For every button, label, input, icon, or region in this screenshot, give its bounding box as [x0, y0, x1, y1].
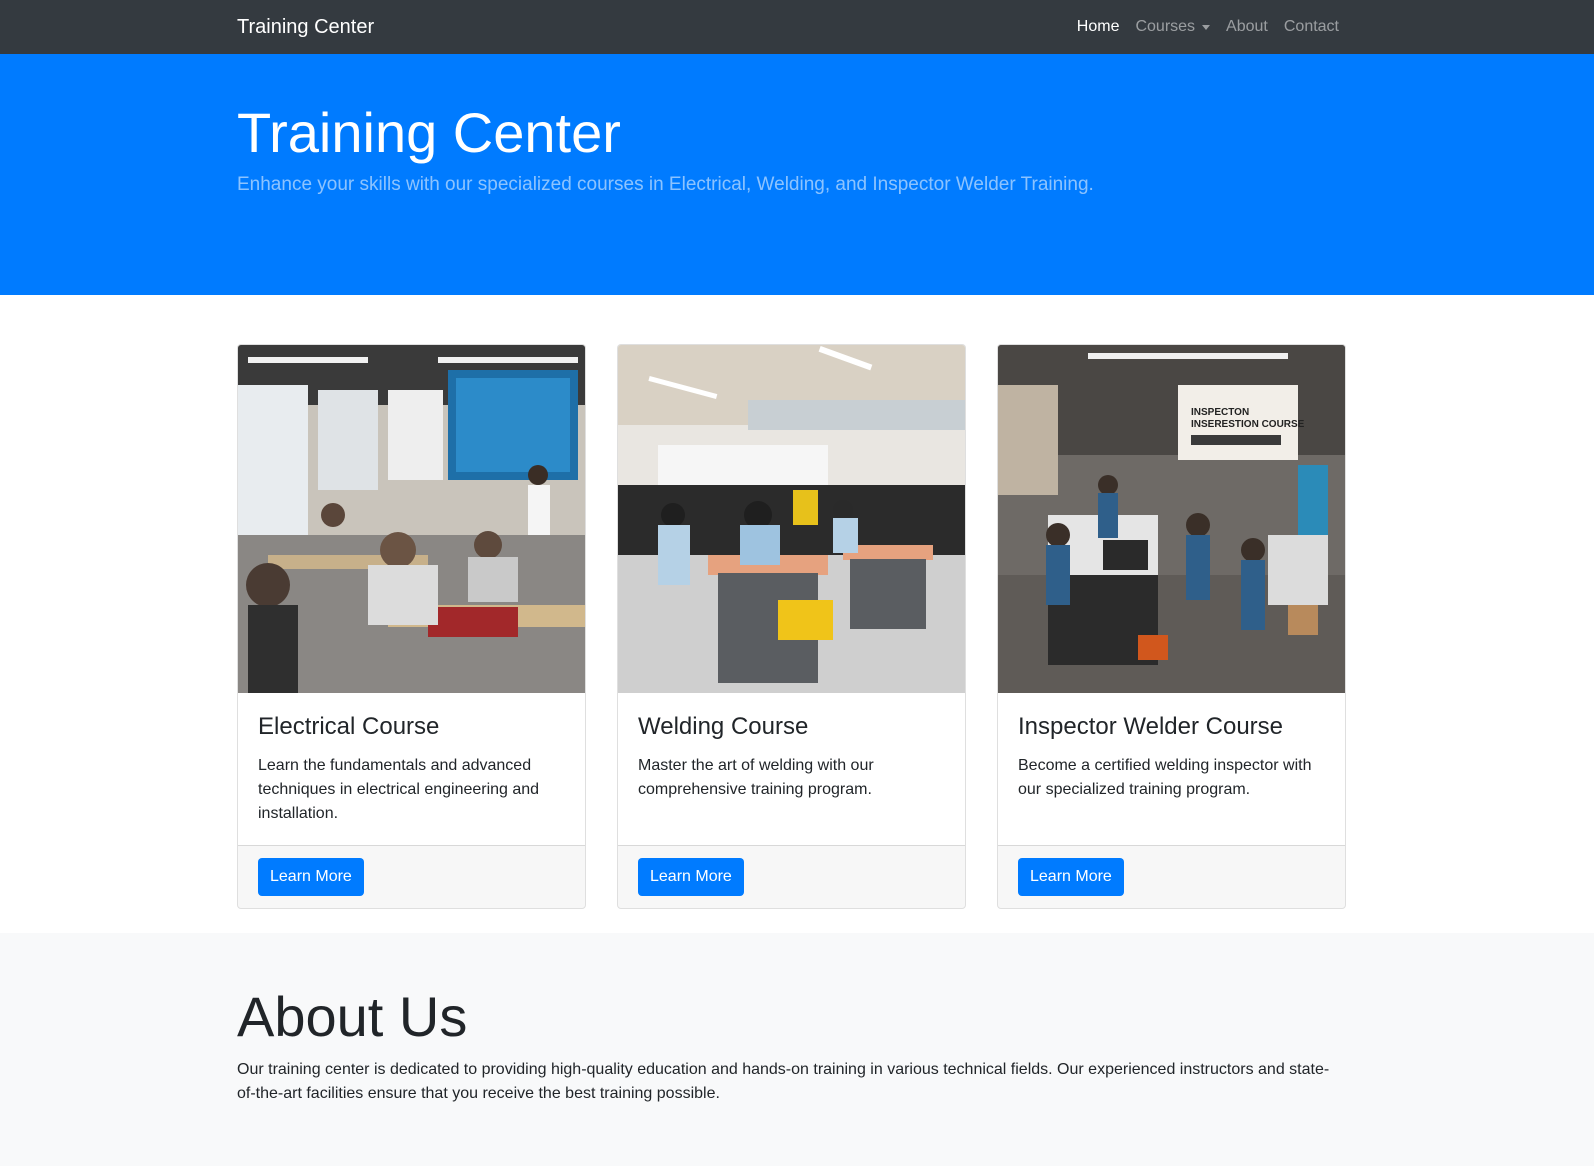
course-card-inspector-welder: INSPECTON INSERESTION COURSE Inspector W…	[997, 344, 1346, 909]
chevron-down-icon	[1202, 24, 1211, 30]
sign-text-line2: INSERESTION COURSE	[1191, 419, 1305, 430]
hero-jumbotron: Training Center Enhance your skills with…	[0, 54, 1594, 295]
about-text: Our training center is dedicated to prov…	[237, 1061, 1330, 1103]
card-body: Inspector Welder Course Become a certifi…	[998, 693, 1345, 845]
sign-text-line1: INSPECTON	[1191, 407, 1249, 418]
nav-contact[interactable]: Contact	[1276, 18, 1347, 36]
card-title: Electrical Course	[258, 713, 440, 740]
card-text: Master the art of welding with our compr…	[638, 756, 874, 798]
brand-link[interactable]: Training Center	[237, 16, 374, 39]
card-footer: Learn More	[238, 845, 585, 908]
about-section: About Us Our training center is dedicate…	[0, 933, 1594, 1166]
card-text: Learn the fundamentals and advanced tech…	[258, 756, 540, 822]
learn-more-button[interactable]: Learn More	[1018, 858, 1124, 896]
nav-courses-dropdown[interactable]: Courses	[1127, 18, 1218, 36]
card-footer: Learn More	[618, 845, 965, 908]
card-body: Welding Course Master the art of welding…	[618, 693, 965, 845]
hero-title: Training Center	[237, 101, 621, 164]
learn-more-button[interactable]: Learn More	[258, 858, 364, 896]
course-card-electrical: Electrical Course Learn the fundamentals…	[237, 344, 586, 909]
nav-home[interactable]: Home	[1069, 18, 1128, 36]
card-text: Become a certified welding inspector wit…	[1018, 756, 1312, 798]
navbar: Training Center Home Courses About Conta…	[0, 0, 1594, 54]
learn-more-button[interactable]: Learn More	[638, 858, 744, 896]
nav-courses-label: Courses	[1135, 18, 1196, 35]
courses-section: Electrical Course Learn the fundamentals…	[0, 295, 1594, 933]
nav-links: Home Courses About Contact	[1069, 18, 1347, 36]
welding-workshop-image	[618, 345, 965, 693]
card-title: Inspector Welder Course	[1018, 713, 1284, 740]
hero-subtitle: Enhance your skills with our specialized…	[237, 174, 1094, 196]
inspector-workshop-image: INSPECTON INSERESTION COURSE	[998, 345, 1345, 693]
electrical-classroom-image	[238, 345, 585, 693]
nav-about[interactable]: About	[1218, 18, 1276, 36]
about-title: About Us	[237, 985, 468, 1048]
card-body: Electrical Course Learn the fundamentals…	[238, 693, 585, 845]
card-footer: Learn More	[998, 845, 1345, 908]
course-card-welding: Welding Course Master the art of welding…	[617, 344, 966, 909]
card-title: Welding Course	[638, 713, 809, 740]
